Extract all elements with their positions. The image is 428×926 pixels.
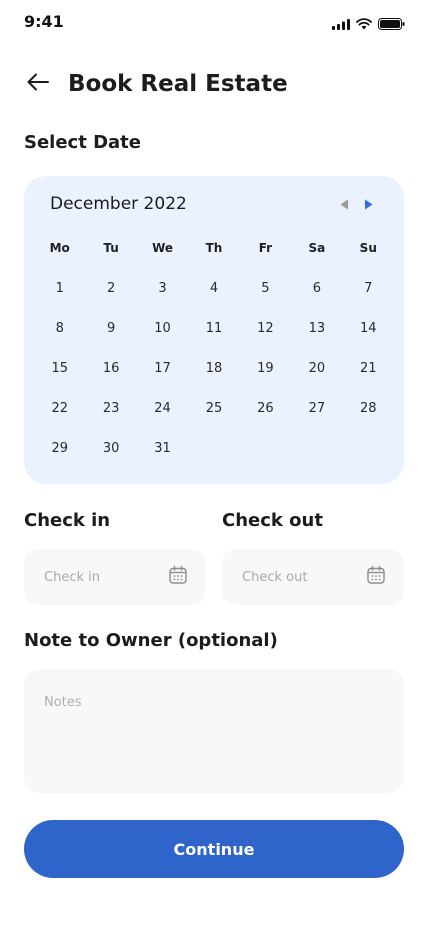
calendar-day[interactable]: 12 xyxy=(240,308,291,348)
calendar-nav xyxy=(340,198,374,210)
calendar-day[interactable]: 17 xyxy=(137,348,188,388)
check-out-field[interactable]: Check out xyxy=(222,549,404,605)
select-date-label: Select Date xyxy=(24,132,141,153)
signal-icon xyxy=(332,15,350,34)
calendar-day[interactable]: 30 xyxy=(85,428,136,468)
calendar-day[interactable]: 23 xyxy=(85,388,136,428)
continue-button[interactable]: Continue xyxy=(24,820,404,878)
weekday-label: Fr xyxy=(258,241,273,255)
calendar-day[interactable]: 24 xyxy=(137,388,188,428)
notes-textarea[interactable]: Notes xyxy=(24,669,404,793)
status-time: 9:41 xyxy=(24,12,64,31)
screen: 9:41 Book Real Estate Select Date Decemb… xyxy=(0,0,428,926)
calendar-day[interactable]: 22 xyxy=(34,388,85,428)
prev-month-icon[interactable] xyxy=(340,198,350,210)
calendar-day[interactable]: 4 xyxy=(188,268,239,308)
calendar-day[interactable]: 5 xyxy=(240,268,291,308)
calendar-day[interactable]: 9 xyxy=(85,308,136,348)
calendar-day[interactable]: 20 xyxy=(291,348,342,388)
weekday-label: Sa xyxy=(308,241,326,255)
check-out-placeholder: Check out xyxy=(242,569,308,585)
calendar-day[interactable]: 18 xyxy=(188,348,239,388)
calendar-day[interactable]: 31 xyxy=(137,428,188,468)
calendar-month: December 2022 xyxy=(50,194,187,214)
note-label: Note to Owner (optional) xyxy=(24,630,278,651)
back-button[interactable] xyxy=(24,70,52,98)
calendar-day[interactable]: 2 xyxy=(85,268,136,308)
calendar-day[interactable]: 10 xyxy=(137,308,188,348)
check-out-label: Check out xyxy=(222,510,323,531)
check-in-field[interactable]: Check in xyxy=(24,549,206,605)
calendar-day[interactable]: 16 xyxy=(85,348,136,388)
calendar-day[interactable]: 28 xyxy=(343,388,394,428)
calendar-day[interactable]: 1 xyxy=(34,268,85,308)
status-icons xyxy=(332,15,405,34)
header: Book Real Estate xyxy=(24,64,288,104)
weekday-label: We xyxy=(152,241,174,255)
calendar-day[interactable]: 8 xyxy=(34,308,85,348)
weekday-label: Th xyxy=(205,241,223,255)
status-bar: 9:41 xyxy=(0,0,428,44)
calendar-day[interactable]: 29 xyxy=(34,428,85,468)
wifi-icon xyxy=(356,15,372,34)
calendar: December 2022 Mo Tu We Th Fr Sa Su 1 2 3 4 5 6 7 8 9 10 1… xyxy=(24,176,404,484)
weekday-label: Mo xyxy=(49,241,70,255)
calendar-day[interactable]: 14 xyxy=(343,308,394,348)
calendar-day[interactable]: 7 xyxy=(343,268,394,308)
calendar-day[interactable]: 26 xyxy=(240,388,291,428)
next-month-icon[interactable] xyxy=(364,198,374,210)
notes-placeholder: Notes xyxy=(44,695,82,710)
calendar-day[interactable]: 27 xyxy=(291,388,342,428)
battery-icon xyxy=(378,15,405,34)
calendar-day[interactable]: 11 xyxy=(188,308,239,348)
page-title: Book Real Estate xyxy=(68,71,288,97)
calendar-grid: Mo Tu We Th Fr Sa Su 1 2 3 4 5 6 7 8 9 10 11 12 13 14 15 16 17 1… xyxy=(34,228,394,468)
check-in-label: Check in xyxy=(24,510,111,531)
arrow-left-icon xyxy=(26,72,50,96)
calendar-day[interactable]: 3 xyxy=(137,268,188,308)
calendar-day[interactable]: 15 xyxy=(34,348,85,388)
check-in-placeholder: Check in xyxy=(44,569,100,585)
calendar-day[interactable]: 25 xyxy=(188,388,239,428)
calendar-day[interactable]: 19 xyxy=(240,348,291,388)
calendar-icon xyxy=(366,565,386,589)
weekday-label: Su xyxy=(359,241,377,255)
calendar-icon xyxy=(168,565,188,589)
calendar-day[interactable]: 13 xyxy=(291,308,342,348)
weekday-label: Tu xyxy=(103,241,119,255)
calendar-day[interactable]: 21 xyxy=(343,348,394,388)
calendar-day[interactable]: 6 xyxy=(291,268,342,308)
